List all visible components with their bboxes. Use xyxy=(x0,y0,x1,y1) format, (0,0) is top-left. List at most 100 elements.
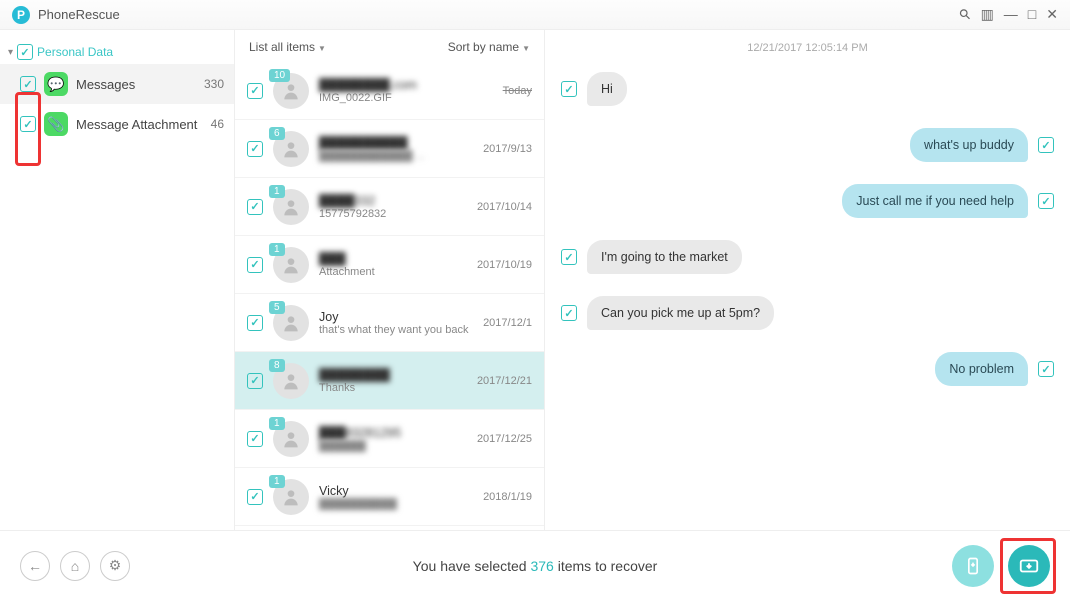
chat-panel: 12/21/2017 12:05:14 PM Hi what's up buddy… xyxy=(545,30,1070,530)
message-checkbox[interactable] xyxy=(561,81,577,97)
unread-badge: 1 xyxy=(269,417,285,430)
conversation-row[interactable]: 1███83281295██████2017/12/25 xyxy=(235,410,544,468)
conversation-preview: ████████████ ... xyxy=(319,150,473,162)
list-filter-dropdown[interactable]: List all items▼ xyxy=(249,40,326,54)
conversation-list: 10████████.comIMG_0022.GIFToday6████████… xyxy=(235,62,544,530)
message-row: I'm going to the market xyxy=(561,240,1054,274)
collapse-arrow-icon: ▾ xyxy=(8,47,13,58)
message-row: Just call me if you need help xyxy=(561,184,1054,218)
home-button[interactable]: ⌂ xyxy=(60,551,90,581)
conversation-date: 2017/12/1 xyxy=(483,317,532,329)
conversation-date: 2017/12/21 xyxy=(477,375,532,387)
message-bubble: I'm going to the market xyxy=(587,240,742,274)
avatar-icon: 10 xyxy=(273,73,309,109)
conversation-date: 2018/1/19 xyxy=(483,491,532,503)
unread-badge: 8 xyxy=(269,359,285,372)
conversation-preview: Thanks xyxy=(319,382,467,394)
conversation-row[interactable]: 8 ████████Thanks 2017/12/21 xyxy=(235,352,544,410)
conversation-date: 2017/10/19 xyxy=(477,259,532,271)
sidebar-item-label: Message Attachment xyxy=(76,117,197,132)
message-row: No problem xyxy=(561,352,1054,386)
sidebar-item-count: 330 xyxy=(204,77,224,91)
conversation-checkbox[interactable] xyxy=(247,315,263,331)
conversation-preview: Attachment xyxy=(319,266,467,278)
status-text: You have selected 376 items to recover xyxy=(413,558,658,574)
message-checkbox[interactable] xyxy=(561,305,577,321)
message-row: what's up buddy xyxy=(561,128,1054,162)
conversation-row[interactable]: 10 ████████.comIMG_0022.GIF Today xyxy=(235,62,544,120)
sidebar-category-header[interactable]: ▾ Personal Data xyxy=(0,40,234,64)
message-checkbox[interactable] xyxy=(561,249,577,265)
list-toolbar: List all items▼ Sort by name▼ xyxy=(235,30,544,62)
sidebar-item-label: Messages xyxy=(76,77,135,92)
chevron-down-icon: ▼ xyxy=(522,44,530,53)
sidebar-item-messages[interactable]: 💬 Messages 330 xyxy=(0,64,234,104)
category-checkbox[interactable] xyxy=(17,44,33,60)
back-button[interactable]: ← xyxy=(20,551,50,581)
conversation-checkbox[interactable] xyxy=(247,141,263,157)
recover-to-computer-button[interactable] xyxy=(1008,545,1050,587)
sort-dropdown[interactable]: Sort by name▼ xyxy=(448,40,530,54)
conversation-name: ██████████ xyxy=(319,136,473,150)
conversation-name: ████332 xyxy=(319,194,467,208)
attachment-app-icon: 📎 xyxy=(44,112,68,136)
conversation-name: ███ xyxy=(319,252,467,266)
avatar-icon: 1 xyxy=(273,189,309,225)
app-title: PhoneRescue xyxy=(38,7,960,22)
conversation-name: Joy xyxy=(319,310,473,324)
conversation-list-panel: List all items▼ Sort by name▼ 10████████… xyxy=(235,30,545,530)
conversation-checkbox[interactable] xyxy=(247,199,263,215)
sidebar-item-attachments[interactable]: 📎 Message Attachment 46 xyxy=(0,104,234,144)
conversation-name: ████████.com xyxy=(319,78,493,92)
close-icon[interactable]: ✕ xyxy=(1046,6,1058,23)
conversation-name: ███83281295 xyxy=(319,426,467,440)
message-list: Hi what's up buddy Just call me if you nee… xyxy=(561,72,1054,408)
conversation-row[interactable]: 5 Joythat's what they want you back 2017/1… xyxy=(235,294,544,352)
item-checkbox[interactable] xyxy=(20,76,36,92)
message-bubble: Hi xyxy=(587,72,627,106)
conversation-row[interactable]: 1████332157757928322017/10/14 xyxy=(235,178,544,236)
settings-button[interactable]: ⚙ xyxy=(100,551,130,581)
avatar-icon: 8 xyxy=(273,363,309,399)
recover-to-device-button[interactable] xyxy=(952,545,994,587)
message-checkbox[interactable] xyxy=(1038,137,1054,153)
conversation-checkbox[interactable] xyxy=(247,257,263,273)
conversation-checkbox[interactable] xyxy=(247,83,263,99)
conversation-date: 2017/10/14 xyxy=(477,201,532,213)
conversation-preview: IMG_0022.GIF xyxy=(319,92,493,104)
unread-badge: 1 xyxy=(269,185,285,198)
message-bubble: No problem xyxy=(935,352,1028,386)
conversation-row[interactable]: 1███Attachment2017/10/19 xyxy=(235,236,544,294)
item-checkbox[interactable] xyxy=(20,116,36,132)
conversation-checkbox[interactable] xyxy=(247,489,263,505)
message-bubble: what's up buddy xyxy=(910,128,1028,162)
conversation-preview: that's what they want you back xyxy=(319,324,473,336)
layout-icon[interactable]: ▥ xyxy=(981,6,994,23)
conversation-row[interactable]: 1Vicky██████████2018/1/19 xyxy=(235,468,544,526)
avatar-icon: 5 xyxy=(273,305,309,341)
category-label: Personal Data xyxy=(37,45,113,59)
conversation-checkbox[interactable] xyxy=(247,373,263,389)
chat-timestamp: 12/21/2017 12:05:14 PM xyxy=(561,42,1054,54)
conversation-date: 2017/12/25 xyxy=(477,433,532,445)
sidebar: ▾ Personal Data 💬 Messages 330 📎 Message… xyxy=(0,30,235,530)
conversation-name: Vicky xyxy=(319,484,473,498)
app-logo-icon: P xyxy=(12,6,30,24)
message-checkbox[interactable] xyxy=(1038,361,1054,377)
unread-badge: 10 xyxy=(269,69,290,82)
conversation-date: Today xyxy=(503,85,532,97)
conversation-checkbox[interactable] xyxy=(247,431,263,447)
unread-badge: 6 xyxy=(269,127,285,140)
conversation-name: ████████ xyxy=(319,368,467,382)
avatar-icon: 1 xyxy=(273,421,309,457)
message-checkbox[interactable] xyxy=(1038,193,1054,209)
titlebar: P PhoneRescue ⚲ ▥ — □ ✕ xyxy=(0,0,1070,30)
message-row: Hi xyxy=(561,72,1054,106)
avatar-icon: 1 xyxy=(273,479,309,515)
unread-badge: 5 xyxy=(269,301,285,314)
unread-badge: 1 xyxy=(269,475,285,488)
selected-count: 376 xyxy=(530,558,553,574)
maximize-icon[interactable]: □ xyxy=(1028,6,1036,23)
conversation-row[interactable]: 6██████████████████████ ...2017/9/13 xyxy=(235,120,544,178)
minimize-icon[interactable]: — xyxy=(1004,6,1018,23)
